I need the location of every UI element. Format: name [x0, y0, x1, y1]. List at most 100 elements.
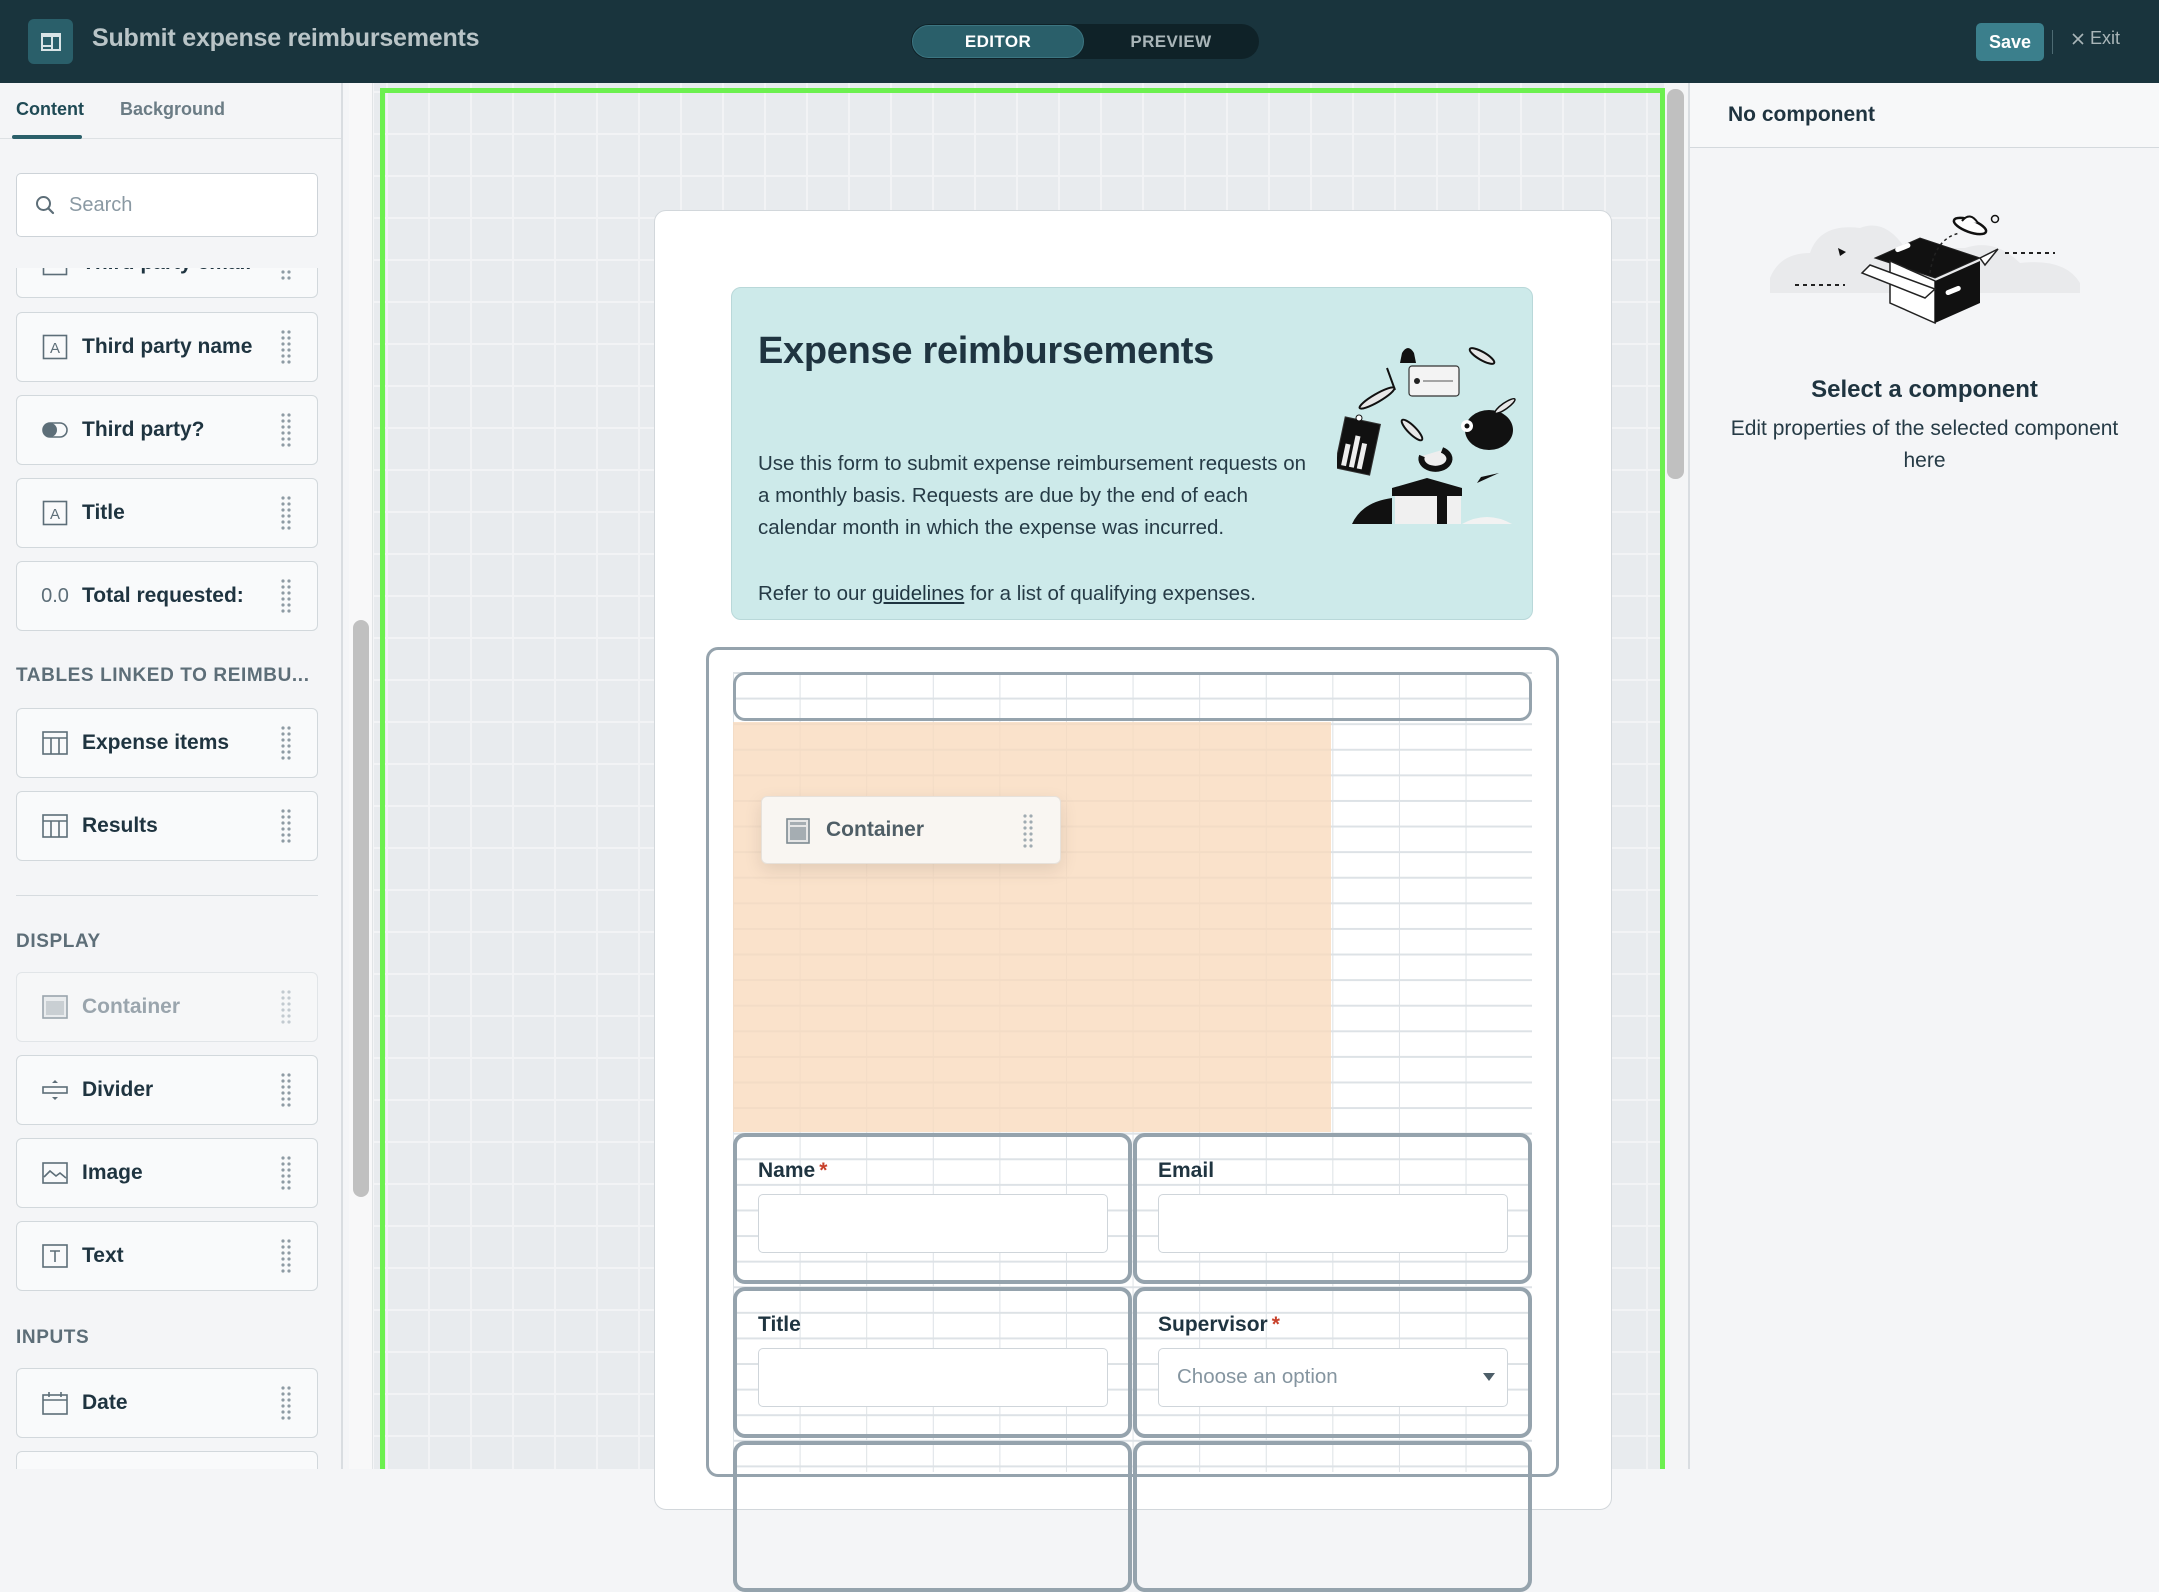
component-item-image[interactable]: Image [16, 1138, 318, 1208]
preview-mode-button[interactable]: PREVIEW [1085, 25, 1257, 58]
save-button[interactable]: Save [1976, 23, 2044, 61]
exit-button[interactable]: Exit [2072, 28, 2120, 49]
text-field-icon: A [42, 334, 68, 360]
empty-slot[interactable] [733, 672, 1532, 721]
drop-zone-highlight[interactable] [733, 722, 1331, 1132]
component-item-third-party-name[interactable]: A Third party name [16, 312, 318, 382]
active-tab-indicator [12, 135, 82, 139]
field-card-name[interactable]: Name * [733, 1133, 1132, 1284]
container-icon [786, 818, 810, 849]
toggle-icon [42, 417, 68, 443]
table-icon [42, 813, 68, 839]
email-label: Email [1158, 1159, 1215, 1182]
drag-handle-icon[interactable] [280, 412, 292, 448]
guidelines-link[interactable]: guidelines [872, 582, 964, 605]
drag-handle-icon[interactable] [280, 1238, 292, 1274]
dragging-container-component[interactable]: Container [761, 796, 1061, 864]
name-label: Name [758, 1159, 816, 1182]
drag-handle-icon[interactable] [280, 1155, 292, 1191]
field-card-next-right[interactable] [1133, 1441, 1532, 1592]
empty-box-illustration [1770, 214, 2080, 325]
svg-text:A: A [50, 340, 60, 357]
drag-handle-icon[interactable] [280, 808, 292, 844]
supervisor-select[interactable]: Choose an option [1158, 1348, 1508, 1407]
text-field-icon: A [42, 500, 68, 526]
drag-handle-icon[interactable] [280, 989, 292, 1025]
refer-suffix: for a list of qualifying expenses. [964, 582, 1256, 605]
properties-panel: No component Select a component Edit pro… [1688, 83, 2159, 1469]
component-label: Date [82, 1391, 128, 1414]
supervisor-label: Supervisor [1158, 1313, 1268, 1336]
title-field[interactable] [758, 1348, 1108, 1407]
tab-content[interactable]: Content [16, 99, 84, 120]
drag-handle-icon[interactable] [280, 495, 292, 531]
drag-handle-icon[interactable] [280, 1385, 292, 1421]
chevron-down-icon [1483, 1373, 1495, 1381]
mode-toggle: EDITOR PREVIEW [911, 24, 1259, 59]
sidebar-scrollbar-thumb[interactable] [353, 620, 369, 1197]
component-item-divider[interactable]: Divider [16, 1055, 318, 1125]
properties-title: No component [1728, 103, 1875, 126]
svg-text:A: A [50, 506, 60, 523]
drag-handle-icon[interactable] [280, 725, 292, 761]
component-item-date[interactable]: Date [16, 1368, 318, 1438]
component-item-title[interactable]: A Title [16, 478, 318, 548]
component-label: Third party name [82, 335, 253, 358]
title-input[interactable] [759, 1349, 1107, 1406]
text-field-icon [42, 268, 68, 276]
hero-description: Use this form to submit expense reimburs… [758, 452, 1307, 539]
tab-background[interactable]: Background [120, 99, 225, 120]
table-icon [42, 730, 68, 756]
exit-label: Exit [2090, 28, 2121, 48]
components-list[interactable]: Third party email A Third party name Thi… [0, 268, 341, 1469]
search-input[interactable] [69, 193, 309, 217]
component-item-container[interactable]: Container [16, 972, 318, 1042]
component-item-next[interactable] [16, 1451, 318, 1469]
email-input[interactable] [1159, 1195, 1507, 1252]
empty-state-subtitle: Edit properties of the selected componen… [1730, 417, 2119, 472]
drag-handle-icon[interactable] [280, 329, 292, 365]
component-item-total-requested[interactable]: 0.0 Total requested: [16, 561, 318, 631]
drag-handle-icon[interactable] [280, 1072, 292, 1108]
field-label: Title [758, 1313, 801, 1337]
component-label: Text [82, 1244, 124, 1267]
field-card-next-left[interactable] [733, 1441, 1132, 1592]
component-label: Divider [82, 1078, 154, 1101]
field-card-supervisor[interactable]: Supervisor * Choose an option [1133, 1287, 1532, 1438]
sidebar-tabs: Content Background [0, 83, 341, 139]
hero-title: Expense reimbursements [758, 330, 1214, 372]
email-field[interactable] [1158, 1194, 1508, 1253]
field-card-title[interactable]: Title [733, 1287, 1132, 1438]
component-item-expense-items[interactable]: Expense items [16, 708, 318, 778]
dragging-label: Container [826, 818, 925, 841]
canvas-scrollbar-thumb[interactable] [1667, 89, 1684, 479]
field-label: Email [1158, 1159, 1214, 1183]
hero-banner[interactable]: Expense reimbursements Use this form to … [731, 287, 1533, 620]
drag-handle-icon[interactable] [280, 578, 292, 614]
component-item-results[interactable]: Results [16, 791, 318, 861]
field-label: Name * [758, 1159, 827, 1183]
drag-handle-icon[interactable] [1022, 813, 1034, 854]
calendar-icon [42, 1390, 68, 1416]
drag-handle-icon[interactable] [280, 268, 292, 281]
number-icon: 0.0 [41, 584, 69, 607]
title-label: Title [758, 1313, 801, 1336]
search-icon [36, 196, 55, 215]
component-item-text[interactable]: Text [16, 1221, 318, 1291]
field-card-email[interactable]: Email [1133, 1133, 1532, 1284]
field-label: Supervisor * [1158, 1313, 1280, 1337]
name-field[interactable] [758, 1194, 1108, 1253]
empty-state-title: Select a component [1811, 376, 2038, 403]
component-label: Third party? [82, 418, 205, 441]
container-icon [42, 994, 68, 1020]
divider-icon [42, 1077, 68, 1103]
component-label: Total requested: [82, 584, 244, 607]
image-icon [42, 1160, 68, 1186]
text-block-icon [42, 1243, 68, 1269]
editor-mode-button[interactable]: EDITOR [912, 25, 1084, 58]
component-item-third-party-email[interactable]: Third party email [16, 268, 318, 298]
app-title: Submit expense reimbursements [92, 24, 480, 52]
money-box-illustration [1337, 347, 1516, 524]
name-input[interactable] [759, 1195, 1107, 1252]
component-item-third-party-toggle[interactable]: Third party? [16, 395, 318, 465]
